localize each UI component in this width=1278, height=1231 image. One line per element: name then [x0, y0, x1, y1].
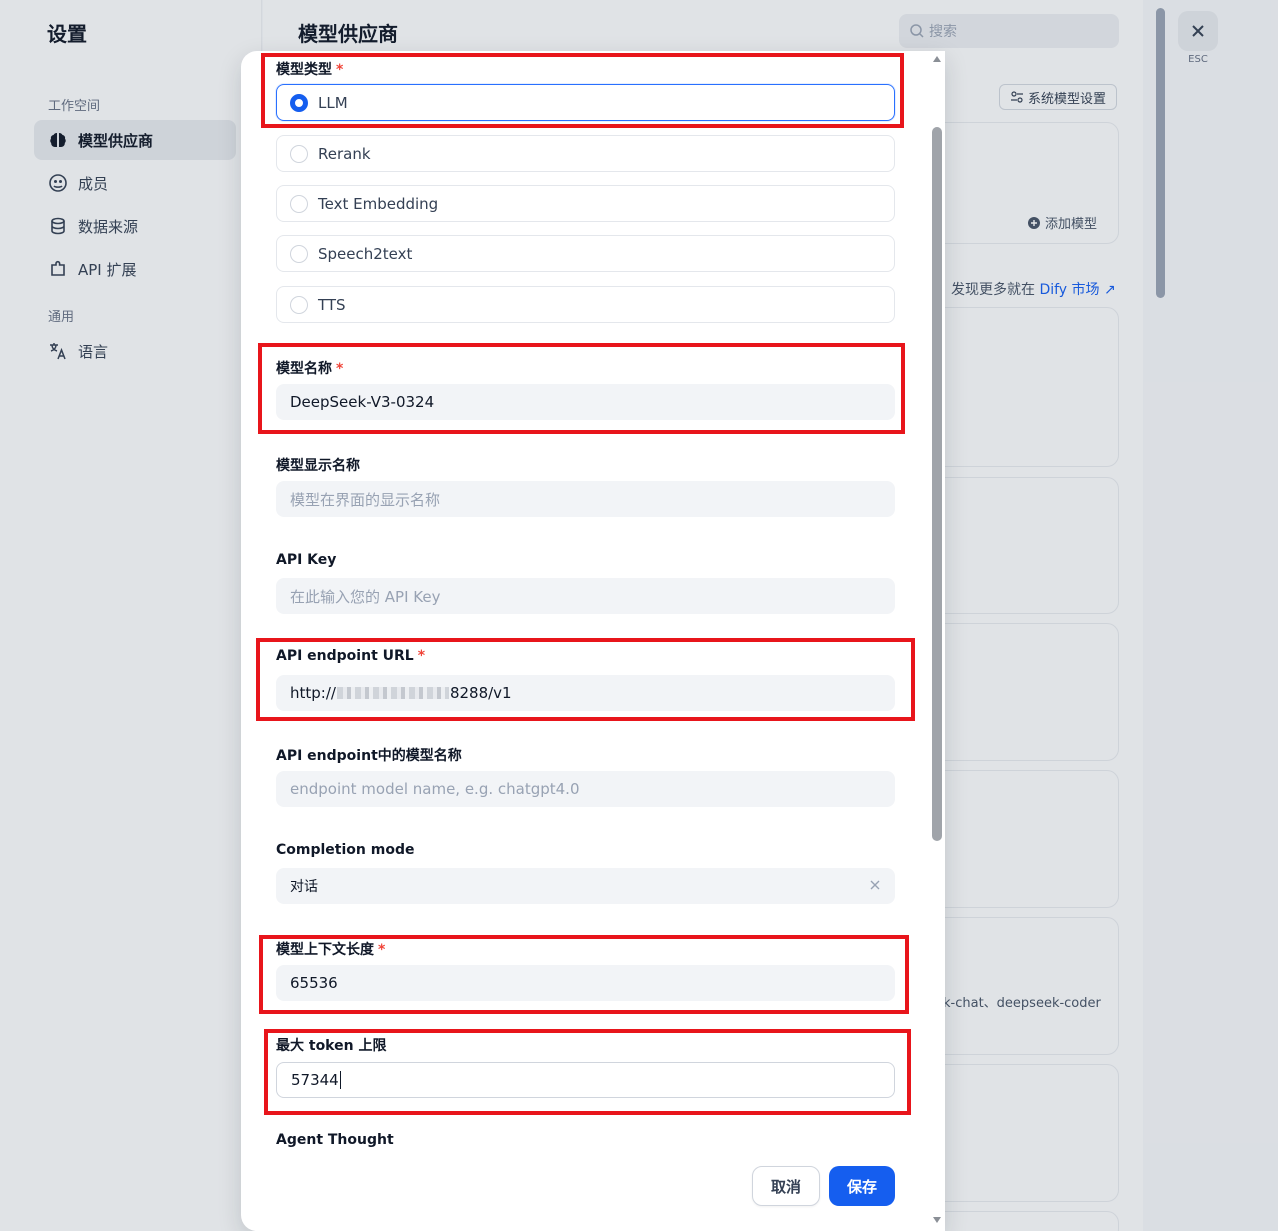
- highlight-box-max-tokens: [264, 1029, 911, 1115]
- option-label: Text Embedding: [318, 194, 439, 213]
- radio-icon: [290, 244, 308, 263]
- modal-scrollbar-thumb[interactable]: [932, 127, 942, 841]
- option-label: Rerank: [318, 144, 371, 163]
- completion-mode-select[interactable]: 对话: [276, 868, 895, 904]
- scroll-down-arrow-icon[interactable]: [933, 1217, 941, 1223]
- option-label: TTS: [318, 295, 346, 314]
- completion-mode-label: Completion mode: [276, 842, 415, 858]
- completion-mode-value: 对话: [290, 879, 318, 895]
- radio-icon: [290, 295, 308, 314]
- model-type-option-text-embedding[interactable]: Text Embedding: [276, 185, 895, 222]
- model-type-option-tts[interactable]: TTS: [276, 286, 895, 323]
- agent-thought-label: Agent Thought: [276, 1132, 394, 1148]
- endpoint-model-input[interactable]: endpoint model name, e.g. chatgpt4.0: [276, 771, 895, 807]
- display-name-input[interactable]: 模型在界面的显示名称: [276, 481, 895, 517]
- highlight-box-context-length: [259, 935, 909, 1014]
- option-label: Speech2text: [318, 244, 413, 263]
- cancel-button[interactable]: 取消: [752, 1166, 820, 1206]
- highlight-box-model-type: [261, 53, 904, 128]
- clear-icon[interactable]: [867, 877, 883, 893]
- scroll-up-arrow-icon[interactable]: [933, 56, 941, 62]
- radio-icon: [290, 194, 308, 213]
- api-key-input[interactable]: 在此输入您的 API Key: [276, 578, 895, 614]
- endpoint-model-label: API endpoint中的模型名称: [276, 748, 462, 764]
- display-name-label: 模型显示名称: [276, 458, 360, 474]
- model-type-option-speech2text[interactable]: Speech2text: [276, 235, 895, 272]
- save-button[interactable]: 保存: [829, 1166, 895, 1206]
- highlight-box-model-name: [258, 343, 905, 434]
- radio-icon: [290, 144, 308, 163]
- api-key-label: API Key: [276, 552, 337, 568]
- highlight-box-endpoint-url: [256, 638, 915, 721]
- model-type-option-rerank[interactable]: Rerank: [276, 135, 895, 172]
